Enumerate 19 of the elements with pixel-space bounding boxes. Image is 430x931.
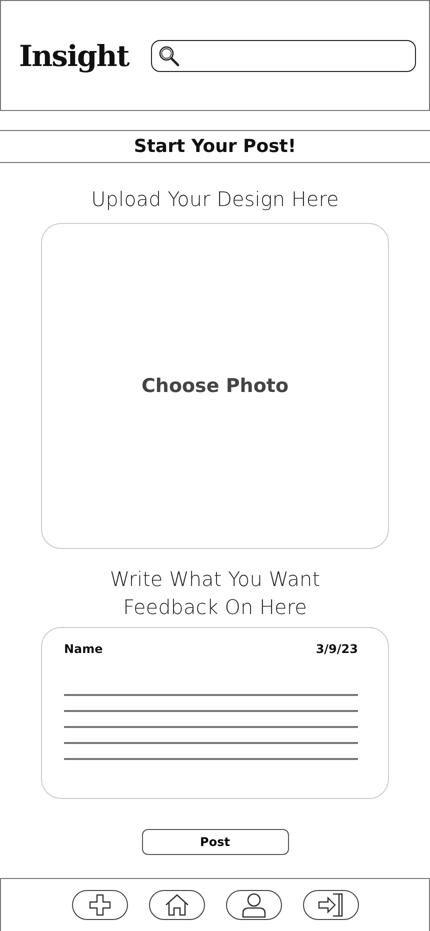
home-button[interactable] xyxy=(148,890,204,920)
post-button[interactable]: Post xyxy=(142,829,288,855)
plus-icon xyxy=(88,893,112,917)
search-icon xyxy=(158,44,180,66)
logo: Insight xyxy=(19,38,129,72)
logout-button[interactable] xyxy=(302,890,358,920)
search-field[interactable] xyxy=(150,40,416,72)
choose-photo-button[interactable]: Choose Photo xyxy=(41,223,389,549)
upload-heading: Upload Your Design Here xyxy=(91,186,339,213)
feedback-heading: Write What You Want Feedback On Here xyxy=(108,566,322,621)
feedback-card[interactable]: Name 3/9/23 xyxy=(41,627,389,799)
person-icon xyxy=(240,892,266,918)
exit-icon xyxy=(316,892,344,918)
name-label: Name xyxy=(64,642,103,656)
home-icon xyxy=(164,893,190,917)
profile-button[interactable] xyxy=(226,890,282,920)
page-title: Start Your Post! xyxy=(134,136,296,157)
add-button[interactable] xyxy=(72,890,128,920)
date-label: 3/9/23 xyxy=(316,642,358,656)
